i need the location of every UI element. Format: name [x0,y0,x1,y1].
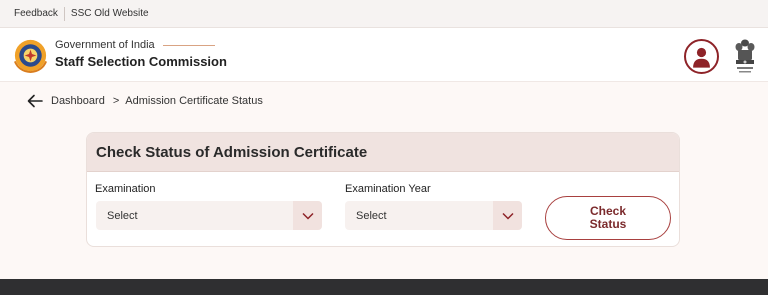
breadcrumb: Dashboard > Admission Certificate Status [27,94,263,108]
breadcrumb-separator: > [112,95,120,107]
card-title: Check Status of Admission Certificate [87,133,679,172]
old-website-link[interactable]: SSC Old Website [71,8,149,19]
chevron-down-icon[interactable] [293,201,322,230]
user-avatar-icon[interactable] [684,39,719,74]
examination-select-value: Select [107,209,138,222]
feedback-link[interactable]: Feedback [14,8,58,19]
org-title: Staff Selection Commission [55,54,227,69]
national-emblem-icon [735,39,755,73]
arrow-left-icon[interactable] [27,94,43,108]
examination-select[interactable]: Select [96,201,322,230]
site-header: Government of India Staff Selection Comm… [0,28,768,82]
check-status-line2: Status [589,217,627,231]
breadcrumb-dashboard-link[interactable]: Dashboard [51,95,105,107]
gov-title: Government of India [55,39,215,51]
breadcrumb-current: Admission Certificate Status [125,95,263,107]
top-utility-bar: Feedback SSC Old Website [0,0,768,28]
examination-year-select-value: Select [356,209,387,222]
examination-year-select[interactable]: Select [345,201,522,230]
check-status-button[interactable]: Check Status [545,196,671,240]
title-decor-line [162,44,215,46]
admission-status-card: Check Status of Admission Certificate Ex… [86,132,680,247]
gov-label: Government of India [55,39,155,51]
topbar-divider [63,6,65,21]
examination-year-label: Examination Year [345,183,431,195]
footer-bar [0,279,768,295]
ssc-logo-icon[interactable] [11,36,50,75]
examination-label: Examination [95,183,156,195]
chevron-down-icon[interactable] [493,201,522,230]
